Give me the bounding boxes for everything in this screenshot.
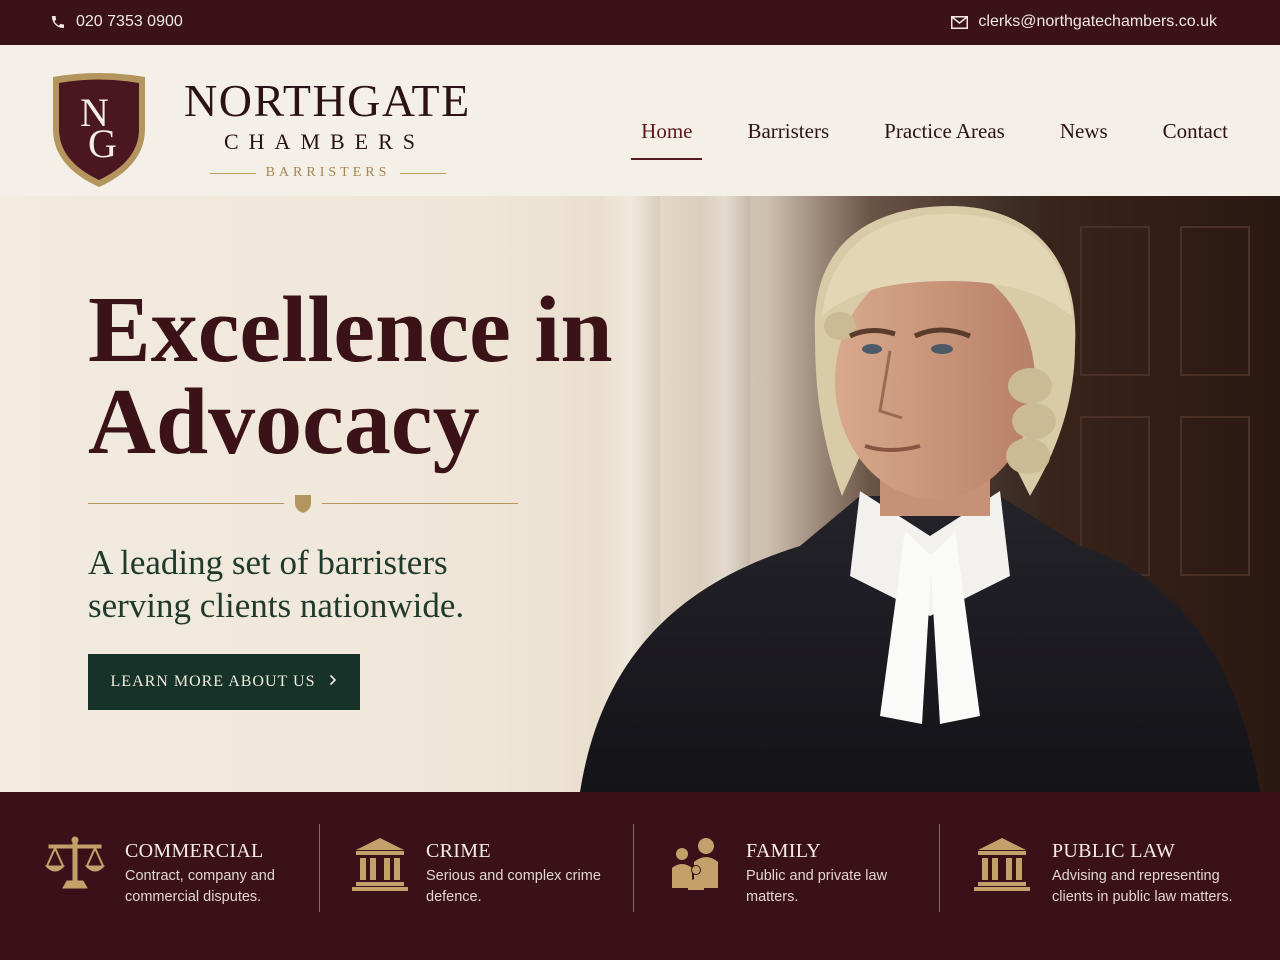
courthouse-icon bbox=[974, 838, 1030, 891]
tagline-rule-right bbox=[400, 172, 446, 174]
email-link[interactable]: clerks@northgatechambers.co.uk bbox=[951, 13, 1217, 31]
divider bbox=[939, 824, 940, 912]
family-icon bbox=[672, 838, 718, 890]
brand-name: NORTHGATE bbox=[184, 75, 471, 126]
nav-home[interactable]: Home bbox=[631, 119, 703, 160]
envelope-icon bbox=[951, 15, 969, 29]
brand-tagline: BARRISTERS bbox=[210, 165, 446, 181]
practice-area-title: COMMERCIAL bbox=[125, 840, 264, 862]
email-address: clerks@northgatechambers.co.uk bbox=[978, 13, 1217, 30]
phone-link[interactable]: 020 7353 0900 bbox=[50, 13, 183, 31]
phone-number: 020 7353 0900 bbox=[76, 13, 183, 30]
hero-title: Excellence in Advocacy bbox=[88, 283, 613, 469]
barrister-photo bbox=[580, 206, 1260, 792]
practice-areas-strip: COMMERCIAL Contract, company and commerc… bbox=[0, 792, 1280, 960]
hero-divider bbox=[88, 494, 518, 514]
nav-practice-areas[interactable]: Practice Areas bbox=[884, 119, 1005, 160]
nav-barristers[interactable]: Barristers bbox=[747, 119, 829, 160]
hero-subtitle-line-2: serving clients nationwide. bbox=[88, 586, 465, 625]
practice-area-commercial[interactable]: COMMERCIAL Contract, company and commerc… bbox=[45, 826, 345, 926]
main-nav: Home Barristers Practice Areas News Cont… bbox=[586, 119, 1228, 160]
hero-title-line-2: Advocacy bbox=[88, 370, 480, 474]
practice-area-description: Public and private law matters. bbox=[746, 868, 888, 905]
practice-area-family[interactable]: FAMILY Public and private law matters. bbox=[666, 826, 966, 926]
hero-title-line-1: Excellence in bbox=[88, 278, 613, 382]
practice-area-public-law[interactable]: PUBLIC LAW Advising and representing cli… bbox=[972, 826, 1272, 926]
nav-news[interactable]: News bbox=[1060, 119, 1108, 160]
tagline-text: BARRISTERS bbox=[265, 165, 391, 180]
small-shield-icon bbox=[295, 495, 311, 513]
practice-area-title: FAMILY bbox=[746, 840, 821, 862]
divider bbox=[633, 824, 634, 912]
courthouse-icon bbox=[352, 838, 408, 891]
chevron-right-icon bbox=[329, 673, 337, 691]
practice-area-description: Contract, company and commercial dispute… bbox=[125, 868, 275, 905]
contact-bar: 020 7353 0900 clerks@northgatechambers.c… bbox=[0, 0, 1280, 45]
practice-area-description: Advising and representing clients in pub… bbox=[1052, 868, 1233, 905]
scales-icon bbox=[45, 836, 106, 889]
hero-banner: Excellence in Advocacy A leading set of … bbox=[0, 196, 1280, 792]
brand-subtitle: CHAMBERS bbox=[224, 129, 426, 154]
hero-subtitle-line-1: A leading set of barristers bbox=[88, 543, 448, 582]
divider bbox=[319, 824, 320, 912]
nav-contact[interactable]: Contact bbox=[1163, 119, 1228, 160]
learn-more-label: LEARN MORE ABOUT US bbox=[110, 673, 316, 690]
practice-area-title: PUBLIC LAW bbox=[1052, 840, 1176, 862]
crest-logo[interactable]: N G bbox=[50, 71, 148, 189]
hero-subtitle: A leading set of barristers serving clie… bbox=[88, 541, 464, 627]
practice-area-crime[interactable]: CRIME Serious and complex crime defence. bbox=[346, 826, 646, 926]
svg-text:G: G bbox=[88, 121, 117, 166]
tagline-rule-left bbox=[210, 172, 256, 174]
site-header: N G NORTHGATE CHAMBERS BARRISTERS Home B… bbox=[0, 45, 1280, 196]
practice-area-description: Serious and complex crime defence. bbox=[426, 868, 601, 905]
learn-more-button[interactable]: LEARN MORE ABOUT US bbox=[88, 654, 360, 710]
practice-area-title: CRIME bbox=[426, 840, 491, 862]
phone-icon bbox=[50, 14, 66, 30]
